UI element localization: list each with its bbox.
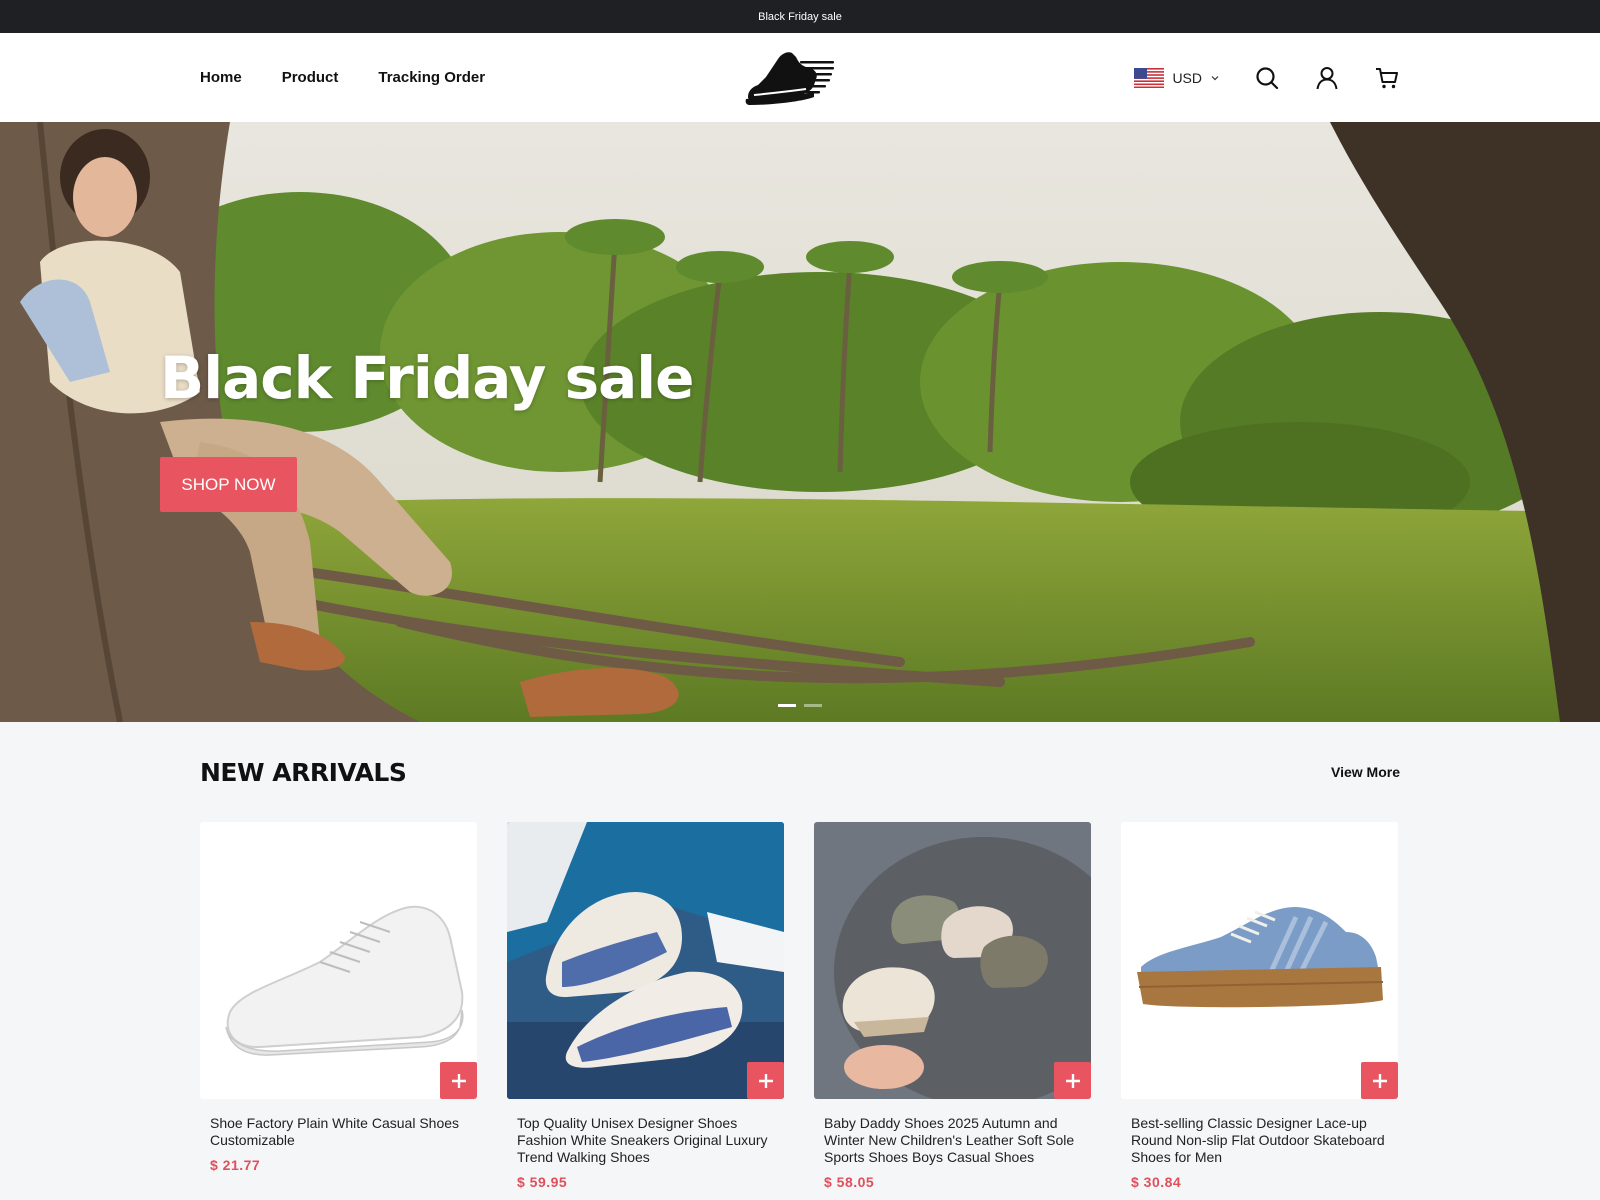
product-image[interactable] <box>200 822 477 1099</box>
chevron-down-icon <box>1211 75 1219 80</box>
product-title[interactable]: Baby Daddy Shoes 2025 Autumn and Winter … <box>824 1115 1081 1166</box>
designer-sneaker-image <box>507 822 784 1099</box>
running-shoe-logo[interactable] <box>744 47 836 107</box>
site-header: Home Product Tracking Order USD <box>0 33 1600 122</box>
add-to-cart-button[interactable] <box>440 1062 477 1099</box>
new-arrivals-section: NEW ARRIVALS View More Shoe Factory Plai… <box>0 722 1600 1190</box>
product-price: $ 59.95 <box>517 1174 568 1190</box>
product-card[interactable]: Baby Daddy Shoes 2025 Autumn and Winter … <box>814 822 1091 1190</box>
slider-dot-1[interactable] <box>778 704 796 707</box>
product-price: $ 30.84 <box>1131 1174 1182 1190</box>
blue-skate-shoe-image <box>1121 822 1398 1099</box>
slider-dots <box>778 704 822 707</box>
kids-sneakers-image <box>814 822 1091 1099</box>
us-flag-icon <box>1134 67 1165 88</box>
view-more-link[interactable]: View More <box>1331 764 1400 780</box>
hero-banner[interactable]: Black Friday sale SHOP NOW <box>0 122 1600 722</box>
product-image[interactable] <box>1121 822 1398 1099</box>
currency-label: USD <box>1172 69 1202 86</box>
account-icon[interactable] <box>1314 65 1340 91</box>
product-image[interactable] <box>507 822 784 1099</box>
header-tools: USD <box>1134 33 1400 122</box>
add-to-cart-button[interactable] <box>1054 1062 1091 1099</box>
product-title[interactable]: Shoe Factory Plain White Casual Shoes Cu… <box>210 1115 467 1149</box>
nav-tracking-order[interactable]: Tracking Order <box>378 69 485 86</box>
hero-image <box>0 122 1600 722</box>
product-card[interactable]: Shoe Factory Plain White Casual Shoes Cu… <box>200 822 477 1190</box>
product-card[interactable]: Top Quality Unisex Designer Shoes Fashio… <box>507 822 784 1190</box>
plus-icon <box>1372 1073 1387 1088</box>
product-title[interactable]: Top Quality Unisex Designer Shoes Fashio… <box>517 1115 774 1166</box>
announcement-bar: Black Friday sale <box>0 0 1600 33</box>
announcement-text: Black Friday sale <box>758 10 842 23</box>
product-price: $ 21.77 <box>210 1157 261 1173</box>
nav-product[interactable]: Product <box>282 69 339 86</box>
product-grid: Shoe Factory Plain White Casual Shoes Cu… <box>200 822 1400 1190</box>
slider-dot-2[interactable] <box>804 704 822 707</box>
hero-title: Black Friday sale <box>160 344 695 412</box>
currency-selector[interactable]: USD <box>1134 67 1220 88</box>
cart-icon[interactable] <box>1374 65 1400 91</box>
section-title: NEW ARRIVALS <box>200 757 407 787</box>
plus-icon <box>451 1073 466 1088</box>
plus-icon <box>758 1073 773 1088</box>
main-nav: Home Product Tracking Order <box>200 33 485 122</box>
product-price: $ 58.05 <box>824 1174 875 1190</box>
product-title[interactable]: Best-selling Classic Designer Lace-up Ro… <box>1131 1115 1388 1166</box>
search-icon[interactable] <box>1254 65 1280 91</box>
section-header: NEW ARRIVALS View More <box>200 722 1400 822</box>
shop-now-button[interactable]: SHOP NOW <box>160 457 297 512</box>
add-to-cart-button[interactable] <box>747 1062 784 1099</box>
plus-icon <box>1065 1073 1080 1088</box>
nav-home[interactable]: Home <box>200 69 242 86</box>
product-card[interactable]: Best-selling Classic Designer Lace-up Ro… <box>1121 822 1398 1190</box>
product-image[interactable] <box>814 822 1091 1099</box>
add-to-cart-button[interactable] <box>1361 1062 1398 1099</box>
white-sneaker-image <box>200 822 477 1099</box>
